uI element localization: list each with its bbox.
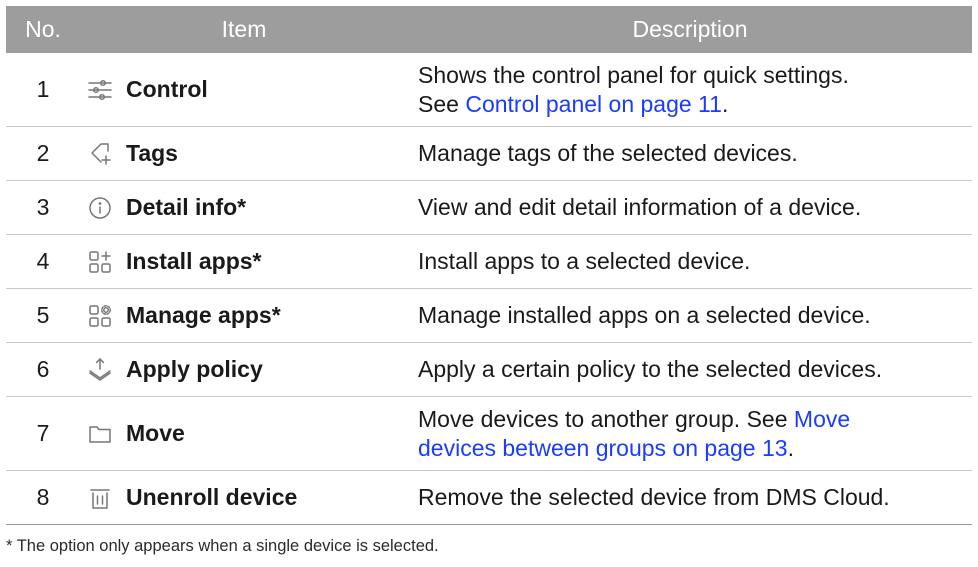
item-label: Control <box>126 76 208 102</box>
item-label: Move <box>126 420 185 446</box>
row-description: Apply a certain policy to the selected d… <box>418 356 883 382</box>
table-row: 4 Install apps* Install apps to a select… <box>6 235 972 289</box>
row-item: Tags <box>80 139 408 169</box>
header-item: Item <box>221 16 267 42</box>
move-devices-link[interactable]: Move <box>794 406 850 432</box>
table-row: 5 Manage apps* Manage installed apps on … <box>6 289 972 343</box>
info-circle-icon <box>80 193 120 223</box>
table-header: No. Item Description <box>6 6 972 53</box>
move-devices-link-cont[interactable]: devices between groups on page 13 <box>418 435 788 461</box>
table-row: 3 Detail info* View and edit detail info… <box>6 181 972 235</box>
header-description: Description <box>632 16 748 42</box>
row-number: 5 <box>36 302 50 328</box>
row-number: 2 <box>36 140 50 166</box>
tag-add-icon <box>80 139 120 169</box>
install-apps-icon <box>80 247 120 277</box>
layers-upload-icon <box>80 355 120 385</box>
sliders-icon <box>80 75 120 105</box>
item-label: Manage apps* <box>126 302 281 328</box>
description-text: . <box>787 434 794 461</box>
row-number: 8 <box>36 484 50 510</box>
manage-apps-icon <box>80 301 120 331</box>
description-text: Move devices to another group. See <box>418 405 794 432</box>
item-label: Detail info* <box>126 194 247 220</box>
row-description: Manage installed apps on a selected devi… <box>418 302 871 328</box>
description-text: Shows the control panel for quick settin… <box>418 61 849 88</box>
row-description: View and edit detail information of a de… <box>418 194 862 220</box>
row-description: Move devices to another group. See Move … <box>408 405 972 463</box>
table-row: 2 Tags Manage tags of the selected devic… <box>6 127 972 181</box>
row-item: Manage apps* <box>80 301 408 331</box>
row-number: 1 <box>36 76 50 102</box>
description-text: See <box>418 90 466 117</box>
table-row: 7 Move Move devices to another group. Se… <box>6 397 972 471</box>
table-row: 8 Unenroll device Remove the selected de… <box>6 471 972 525</box>
folder-icon <box>80 419 120 449</box>
item-label: Unenroll device <box>126 484 298 510</box>
item-label: Tags <box>126 140 178 166</box>
header-no: No. <box>25 16 61 42</box>
row-number: 7 <box>36 420 50 446</box>
row-description: Remove the selected device from DMS Clou… <box>418 484 890 510</box>
row-number: 3 <box>36 194 50 220</box>
description-text: . <box>721 90 729 117</box>
item-label: Apply policy <box>126 356 263 382</box>
row-item: Detail info* <box>80 193 408 223</box>
row-number: 4 <box>36 248 50 274</box>
table-row: 6 Apply policy Apply a certain policy to… <box>6 343 972 397</box>
row-item: Apply policy <box>80 355 408 385</box>
footnote: * The option only appears when a single … <box>6 537 439 555</box>
trash-icon <box>80 483 120 513</box>
control-panel-link[interactable]: Control panel on page 11 <box>465 91 722 117</box>
row-item: Move <box>80 419 408 449</box>
row-number: 6 <box>36 356 50 382</box>
table-row: 1 Control Shows the control panel for qu… <box>6 53 972 127</box>
features-table: No. Item Description 1 Control Shows the… <box>6 6 972 525</box>
item-label: Install apps* <box>126 248 262 274</box>
row-description: Install apps to a selected device. <box>418 248 751 274</box>
row-description: Manage tags of the selected devices. <box>418 140 798 166</box>
row-item: Install apps* <box>80 247 408 277</box>
row-item: Unenroll device <box>80 483 408 513</box>
row-description: Shows the control panel for quick settin… <box>408 61 972 119</box>
row-item: Control <box>80 75 408 105</box>
